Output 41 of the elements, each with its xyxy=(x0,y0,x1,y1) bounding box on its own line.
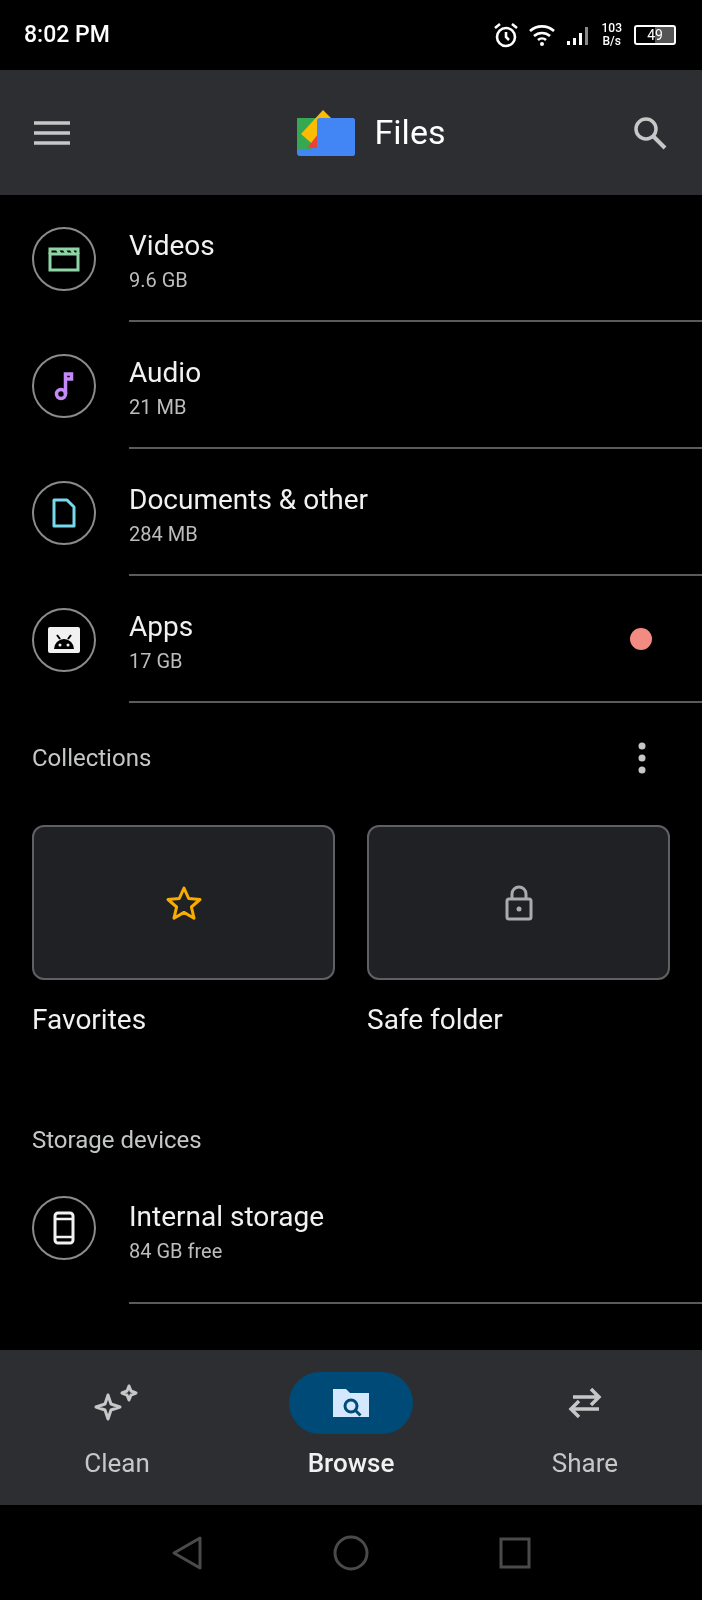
recents-icon[interactable] xyxy=(499,1536,531,1569)
document-icon xyxy=(52,497,76,528)
category-item[interactable]: Apps 17 GB xyxy=(0,576,702,703)
app-title: Files xyxy=(374,111,446,154)
category-size: 21 MB xyxy=(129,393,188,421)
more-options-icon[interactable] xyxy=(638,742,646,774)
storage-name: Internal storage xyxy=(129,1199,326,1235)
collection-card[interactable] xyxy=(367,825,670,980)
category-name: Videos xyxy=(129,227,216,264)
category-name: Audio xyxy=(129,354,203,391)
category-size: 9.6 GB xyxy=(129,266,189,294)
status-time: 8:02 PM xyxy=(24,19,110,50)
lock-icon xyxy=(503,883,534,922)
category-name: Apps xyxy=(129,608,195,645)
nav-tab[interactable]: Share xyxy=(468,1372,702,1483)
network-speed-value: 103 xyxy=(601,22,622,35)
section-title: Collections xyxy=(32,743,152,774)
android-icon xyxy=(47,625,81,654)
search-icon[interactable] xyxy=(632,114,668,151)
star-icon xyxy=(164,884,203,921)
collection-card[interactable] xyxy=(32,825,335,980)
nav-tab[interactable]: Clean xyxy=(0,1372,234,1483)
category-item[interactable]: Audio 21 MB xyxy=(0,322,702,449)
collection-label: Safe folder xyxy=(367,1002,504,1038)
files-logo-icon xyxy=(296,109,355,156)
phone-icon xyxy=(53,1211,75,1245)
category-item[interactable]: Documents & other 284 MB xyxy=(0,449,702,576)
category-item[interactable]: Videos 9.6 GB xyxy=(0,195,702,322)
music-note-icon xyxy=(54,370,74,401)
storage-free: 84 GB free xyxy=(129,1238,224,1265)
back-icon[interactable] xyxy=(171,1534,203,1571)
category-size: 17 GB xyxy=(129,647,184,675)
battery-indicator: 49 xyxy=(634,25,676,45)
nav-tab[interactable]: Browse xyxy=(234,1372,468,1483)
category-size: 284 MB xyxy=(129,520,199,548)
collection-label: Favorites xyxy=(32,1002,148,1038)
home-icon[interactable] xyxy=(333,1534,369,1571)
category-name: Documents & other xyxy=(129,481,370,518)
menu-icon[interactable] xyxy=(34,119,70,146)
network-speed-unit: B/s xyxy=(602,35,621,48)
clapperboard-icon xyxy=(48,245,80,272)
